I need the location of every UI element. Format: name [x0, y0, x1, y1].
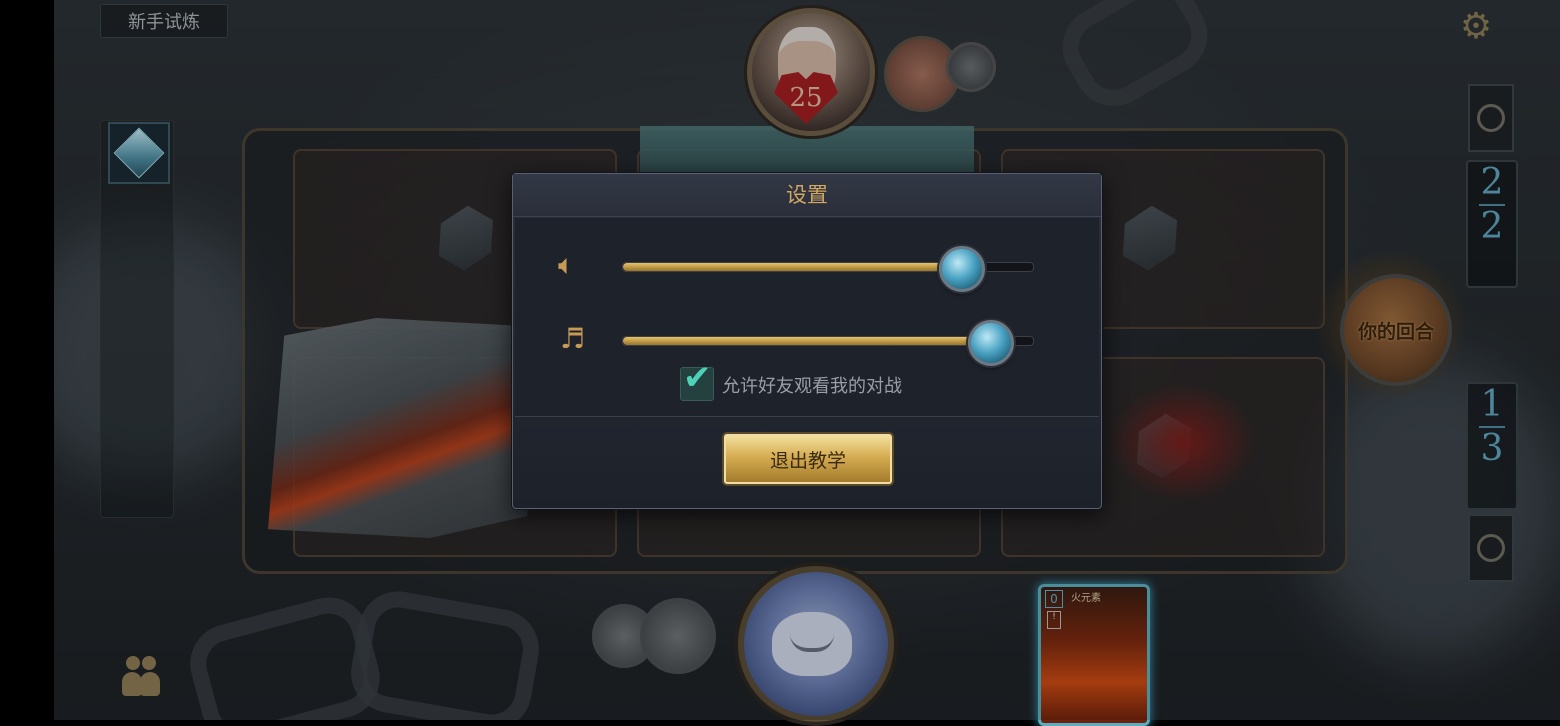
exit-tutorial-label: 退出教学	[769, 449, 846, 472]
sound-slider-knob[interactable]	[939, 246, 985, 292]
sound-slider-fill	[623, 263, 963, 271]
spectate-label: 允许好友观看我的对战	[722, 376, 902, 397]
exit-tutorial-button[interactable]: 退出教学	[724, 434, 892, 484]
checkmark-icon: ✔	[683, 358, 712, 398]
music-note-icon: ♬	[560, 322, 586, 355]
speaker-icon: 🔈︎	[558, 248, 575, 281]
music-slider-knob[interactable]	[968, 320, 1014, 366]
dialog-title: 设置	[786, 183, 828, 207]
music-slider-fill	[623, 337, 992, 345]
